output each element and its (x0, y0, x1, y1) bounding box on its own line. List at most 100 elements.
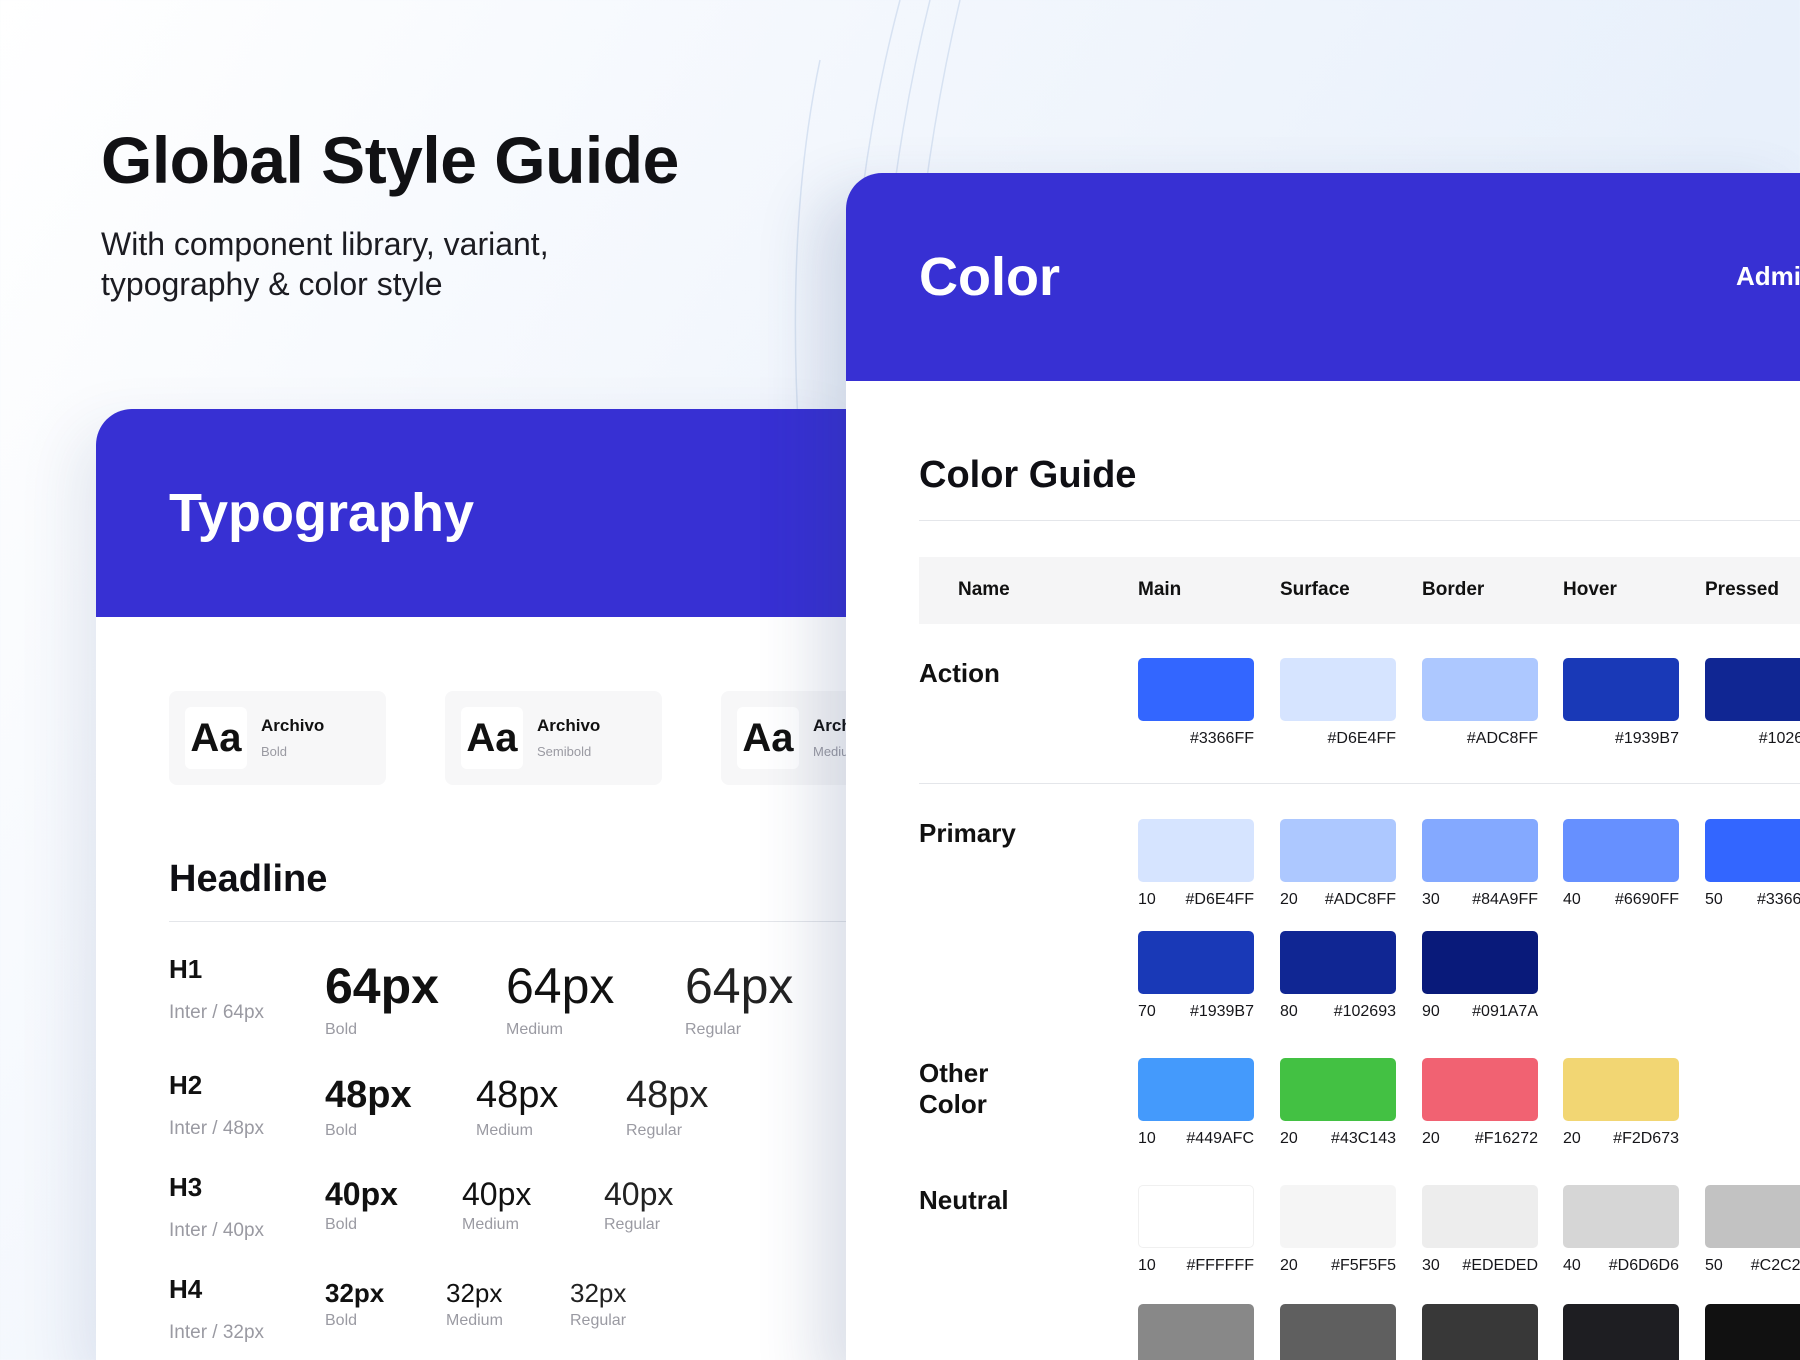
h4-label: H4 (169, 1274, 203, 1304)
action-0-swatch[interactable] (1138, 658, 1254, 721)
primary-hex: #1939B7 (1189, 1003, 1254, 1020)
font-weight: Bold (261, 744, 288, 759)
h3-sample-bold: 40px (325, 1176, 398, 1212)
h1-spec: Inter / 64px (169, 1002, 265, 1023)
h4-sample-bold-weight: Bold (325, 1312, 358, 1329)
neutral-hex: #D6D6D6 (1608, 1257, 1679, 1274)
font-preview-glyph: Aa (737, 707, 799, 769)
action-hex: #ADC8FF (1466, 730, 1538, 747)
typography-card-title: Typography (169, 483, 475, 543)
other-hex: #449AFC (1186, 1130, 1254, 1147)
h4-sample-bold: 32px (325, 1278, 385, 1308)
h3-sample-regular-weight: Regular (604, 1216, 661, 1233)
h3-sample-bold-weight: Bold (325, 1216, 358, 1233)
h4-spec: Inter / 32px (169, 1322, 265, 1343)
primary-hex: #091A7A (1472, 1003, 1538, 1020)
font-chip-bold[interactable]: Aa Archivo Bold (169, 691, 386, 785)
h1-sample-regular-weight: Regular (685, 1021, 742, 1038)
other-1-swatch[interactable] (1280, 1058, 1396, 1121)
other-0-swatch[interactable] (1138, 1058, 1254, 1121)
hero-section: Global Style Guide With component librar… (101, 122, 679, 304)
neutral-50-swatch[interactable] (1705, 1185, 1800, 1248)
page-title: Global Style Guide (101, 123, 679, 197)
neutral-10-swatch[interactable] (1138, 1185, 1254, 1248)
h2-sample-bold: 48px (325, 1074, 412, 1116)
neutral-dark-2-swatch[interactable] (1422, 1304, 1538, 1360)
color-table-header (919, 557, 1800, 624)
column-border: Border (1422, 579, 1485, 600)
primary-10-swatch[interactable] (1138, 819, 1254, 882)
other-hex: #F16272 (1474, 1130, 1538, 1147)
font-weight: Semibold (537, 744, 592, 759)
neutral-dark-0-swatch[interactable] (1138, 1304, 1254, 1360)
page-subtitle: With component library, variant, typogra… (101, 226, 549, 302)
column-surface: Surface (1280, 579, 1350, 600)
font-preview-glyph: Aa (185, 707, 247, 769)
color-card-header: Color Admin (846, 173, 1800, 381)
h4-sample-regular-weight: Regular (570, 1312, 627, 1329)
h2-sample-regular-weight: Regular (626, 1122, 683, 1139)
neutral-dark-1-swatch[interactable] (1280, 1304, 1396, 1360)
neutral-hex: #EDEDED (1462, 1257, 1538, 1274)
action-3-swatch[interactable] (1563, 658, 1679, 721)
action-4-swatch[interactable] (1705, 658, 1800, 721)
h4-sample-medium: 32px (446, 1278, 503, 1308)
action-2-swatch[interactable] (1422, 658, 1538, 721)
h3-sample-medium-weight: Medium (462, 1216, 519, 1233)
neutral-hex: #F5F5F5 (1331, 1257, 1396, 1274)
primary-20-swatch[interactable] (1280, 819, 1396, 882)
h1-sample-regular: 64px (685, 958, 794, 1014)
neutral-40-swatch[interactable] (1563, 1185, 1679, 1248)
neutral-dark-4-swatch[interactable] (1705, 1304, 1800, 1360)
row-label-neutral: Neutral (919, 1185, 1009, 1215)
color-card: Color Admin Color Guide Name Main Surfac… (846, 173, 1800, 1360)
h1-label: H1 (169, 954, 203, 984)
divider (919, 520, 1800, 521)
neutral-20-swatch[interactable] (1280, 1185, 1396, 1248)
row-label-other-color: Other Color (919, 1058, 989, 1119)
primary-30-swatch[interactable] (1422, 819, 1538, 882)
h3-spec: Inter / 40px (169, 1220, 265, 1241)
h2-label: H2 (169, 1070, 203, 1100)
typography-card: Typography Aa Archivo Bold Aa Archivo Se… (96, 409, 856, 1360)
action-hex: #102693 (1758, 730, 1800, 747)
primary-90-swatch[interactable] (1422, 931, 1538, 994)
column-pressed: Pressed (1705, 579, 1779, 600)
action-1-swatch[interactable] (1280, 658, 1396, 721)
column-main: Main (1138, 579, 1182, 600)
divider (169, 921, 856, 922)
h2-spec: Inter / 48px (169, 1118, 265, 1139)
other-2-swatch[interactable] (1422, 1058, 1538, 1121)
action-hex: #1939B7 (1614, 730, 1679, 747)
color-guide-title: Color Guide (919, 454, 1137, 496)
headline-section-title: Headline (169, 858, 328, 900)
other-3-swatch[interactable] (1563, 1058, 1679, 1121)
font-name: Archivo (261, 716, 325, 735)
primary-80-swatch[interactable] (1280, 931, 1396, 994)
font-preview-glyph: Aa (461, 707, 523, 769)
neutral-30-swatch[interactable] (1422, 1185, 1538, 1248)
font-chip-medium[interactable]: Aa Archivo Medium (721, 691, 856, 785)
primary-40-swatch[interactable] (1563, 819, 1679, 882)
primary-hex: #3366FF (1756, 891, 1800, 908)
h2-sample-medium: 48px (476, 1074, 559, 1116)
font-chip-semibold[interactable]: Aa Archivo Semibold (445, 691, 662, 785)
other-hex: #43C143 (1331, 1130, 1396, 1147)
primary-hex: #D6E4FF (1185, 891, 1254, 908)
primary-hex: #6690FF (1614, 891, 1679, 908)
row-label-primary: Primary (919, 818, 1016, 848)
h3-label: H3 (169, 1172, 203, 1202)
action-hex: #3366FF (1189, 730, 1254, 747)
color-card-title: Color (919, 247, 1060, 307)
primary-70-swatch[interactable] (1138, 931, 1254, 994)
h2-sample-medium-weight: Medium (476, 1122, 533, 1139)
column-hover: Hover (1563, 579, 1617, 600)
primary-hex: #102693 (1333, 1003, 1396, 1020)
row-label-action: Action (919, 658, 1000, 688)
column-name: Name (958, 579, 1010, 600)
neutral-dark-3-swatch[interactable] (1563, 1304, 1679, 1360)
neutral-hex: #FFFFFF (1186, 1257, 1254, 1274)
other-hex: #F2D673 (1613, 1130, 1679, 1147)
h4-sample-medium-weight: Medium (446, 1312, 503, 1329)
primary-50-swatch[interactable] (1705, 819, 1800, 882)
